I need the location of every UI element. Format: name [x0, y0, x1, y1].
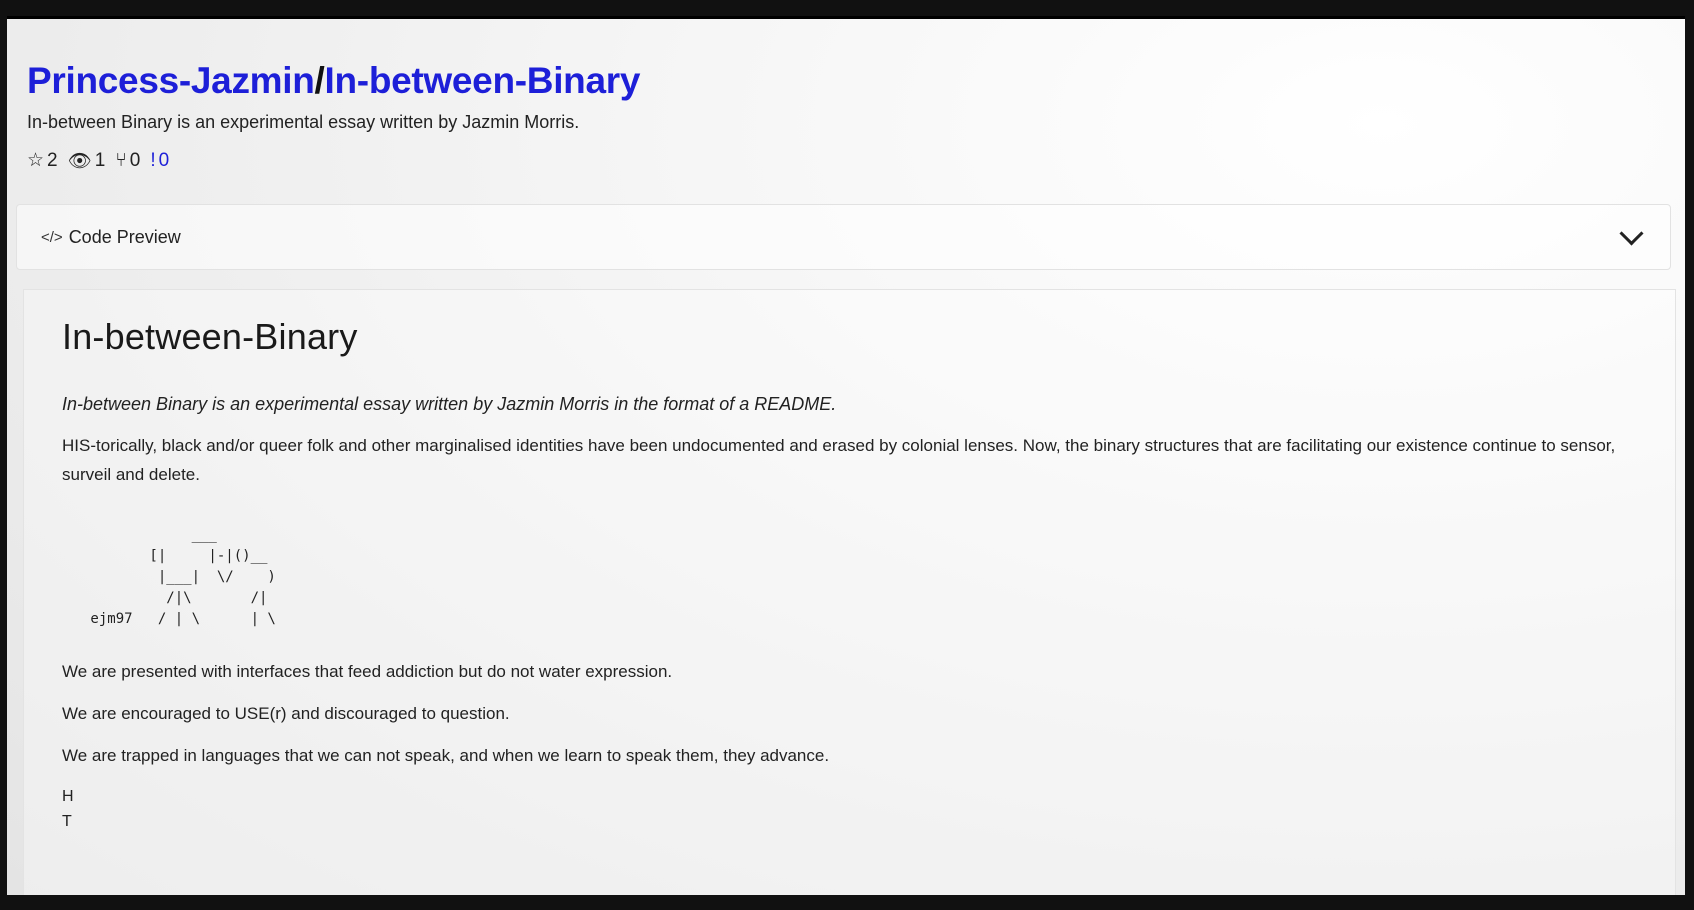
readme-paragraph: HIS-torically, black and/or queer folk a… [62, 436, 1616, 484]
stars-stat[interactable]: ☆ 2 [27, 149, 58, 172]
issues-stat[interactable]: ! 0 [150, 150, 169, 172]
repo-stats: ☆ 2 👁 1 ⑂ 0 ! 0 [27, 149, 1665, 173]
repo-separator: / [314, 60, 325, 101]
stars-count: 2 [47, 149, 58, 171]
issues-count: 0 [158, 149, 170, 171]
readme-line: We are presented with interfaces that fe… [62, 662, 673, 681]
vertical-letter: H [62, 788, 74, 805]
vertical-text: H T [62, 784, 1637, 834]
readme-line: We are trapped in languages that we can … [62, 746, 830, 765]
forks-count: 0 [129, 149, 141, 171]
code-preview-toggle[interactable]: </> Code Preview [16, 204, 1671, 270]
readme-panel: In-between-Binary In-between Binary is a… [23, 289, 1676, 895]
watchers-count: 1 [94, 149, 106, 171]
repo-name-link[interactable]: In-between-Binary [325, 60, 641, 101]
chevron-down-icon[interactable] [1619, 220, 1644, 246]
repo-description: In-between Binary is an experimental ess… [27, 111, 580, 132]
repo-header: Princess-Jazmin/In-between-Binary In-bet… [27, 60, 1665, 173]
browser-viewport: Princess-Jazmin/In-between-Binary In-bet… [7, 16, 1685, 895]
code-icon: </> [41, 228, 63, 246]
star-icon: ☆ [27, 150, 45, 172]
readme-title: In-between-Binary [62, 316, 358, 357]
eye-icon: 👁 [67, 150, 92, 172]
issue-icon: ! [150, 149, 156, 171]
readme-line: We are encouraged to USE(r) and discoura… [62, 704, 510, 723]
forks-stat[interactable]: ⑂ 0 [115, 150, 140, 172]
watchers-stat[interactable]: 👁 1 [68, 149, 106, 173]
readme-intro: In-between Binary is an experimental ess… [62, 394, 837, 414]
ascii-art: ___ [| |-|()__ |___| \/ ) /|\ /| ejm97 /… [90, 527, 276, 627]
fork-icon: ⑂ [115, 149, 127, 171]
repo-owner-link[interactable]: Princess-Jazmin [27, 60, 315, 101]
code-preview-label: Code Preview [68, 226, 181, 247]
repo-title: Princess-Jazmin/In-between-Binary [27, 60, 1665, 102]
vertical-letter: T [62, 813, 72, 830]
